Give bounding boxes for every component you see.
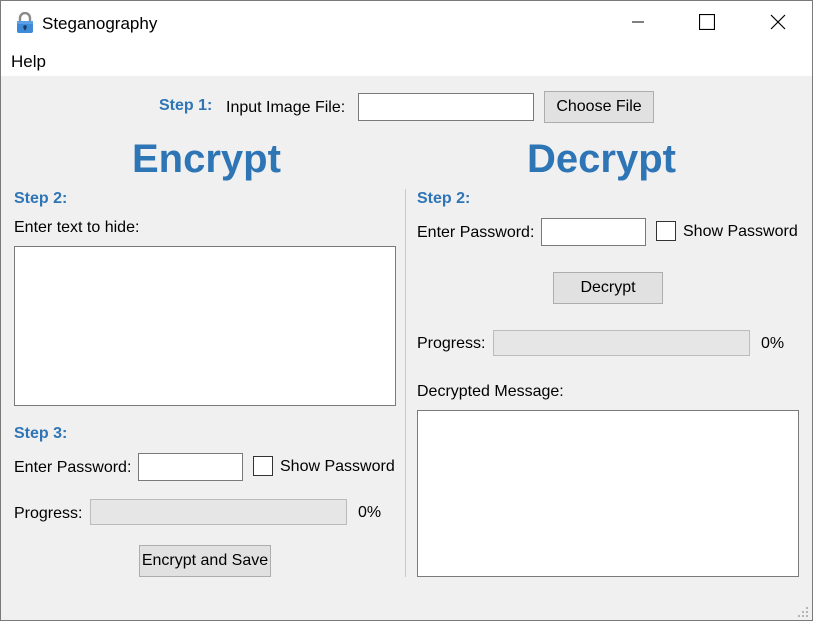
encrypt-progress-percent: 0% bbox=[358, 504, 382, 521]
encrypt-step3-label: Step 3: bbox=[14, 425, 68, 442]
encrypt-progress-bar bbox=[90, 499, 347, 525]
menu-bar: Help bbox=[1, 47, 812, 76]
resize-grip-icon[interactable] bbox=[797, 605, 809, 617]
minimize-button[interactable] bbox=[615, 1, 661, 47]
decrypt-password-label: Enter Password: bbox=[417, 224, 535, 241]
decrypt-progress-percent: 0% bbox=[761, 335, 785, 352]
menu-help[interactable]: Help bbox=[10, 52, 47, 72]
decrypt-heading: Decrypt bbox=[527, 137, 676, 181]
encrypt-progress-label: Progress: bbox=[14, 505, 83, 522]
encrypt-and-save-button[interactable]: Encrypt and Save bbox=[139, 545, 271, 577]
decrypted-message-label: Decrypted Message: bbox=[417, 383, 564, 400]
title-bar: Steganography bbox=[1, 1, 812, 47]
encrypt-show-password-label[interactable]: Show Password bbox=[280, 458, 395, 476]
hide-text-label: Enter text to hide: bbox=[14, 219, 140, 236]
decrypt-step2-label: Step 2: bbox=[417, 190, 471, 207]
decrypt-show-password-label[interactable]: Show Password bbox=[683, 223, 798, 241]
decrypt-progress-label: Progress: bbox=[417, 335, 486, 352]
close-icon bbox=[770, 14, 786, 35]
encrypt-password-label: Enter Password: bbox=[14, 459, 132, 476]
encrypt-show-password-checkbox[interactable] bbox=[253, 456, 273, 476]
encrypt-heading: Encrypt bbox=[132, 137, 281, 181]
lock-icon bbox=[15, 11, 35, 34]
step1-label: Step 1: bbox=[159, 97, 213, 114]
minimize-icon bbox=[632, 15, 644, 33]
column-divider bbox=[405, 189, 406, 577]
decrypt-progress-bar bbox=[493, 330, 750, 356]
encrypt-password-field[interactable] bbox=[138, 453, 243, 481]
window-title: Steganography bbox=[42, 14, 158, 33]
close-button[interactable] bbox=[755, 1, 801, 47]
input-image-label: Input Image File: bbox=[226, 99, 346, 116]
encrypt-step2-label: Step 2: bbox=[14, 190, 68, 207]
decrypt-password-field[interactable] bbox=[541, 218, 646, 246]
maximize-icon bbox=[698, 13, 716, 35]
decrypted-message-output[interactable] bbox=[417, 410, 799, 577]
maximize-button[interactable] bbox=[684, 1, 730, 47]
decrypt-show-password-checkbox[interactable] bbox=[656, 221, 676, 241]
choose-file-button[interactable]: Choose File bbox=[544, 91, 654, 123]
app-window: Steganography Help Step 1: Input Image F… bbox=[0, 0, 813, 621]
decrypt-button[interactable]: Decrypt bbox=[553, 272, 663, 304]
hide-text-input[interactable] bbox=[14, 246, 396, 406]
input-image-field[interactable] bbox=[358, 93, 534, 121]
